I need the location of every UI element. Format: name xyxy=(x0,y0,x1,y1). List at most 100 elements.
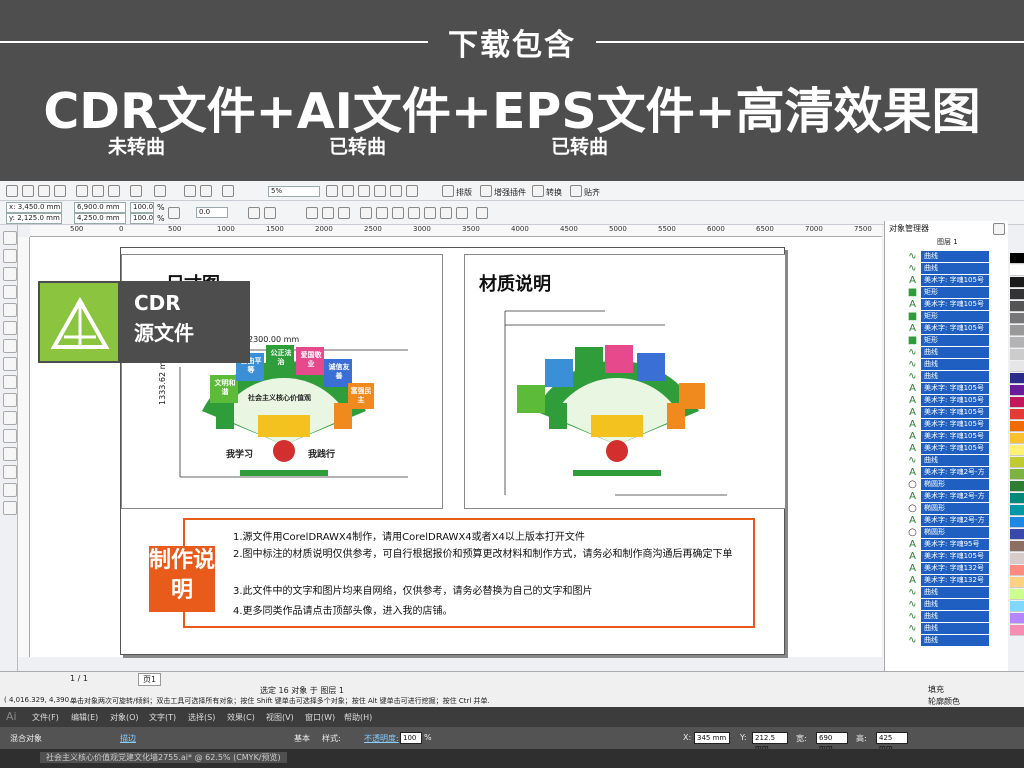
arrange-icon[interactable] xyxy=(442,185,454,197)
intersect-icon[interactable] xyxy=(392,207,404,219)
color-swatch[interactable] xyxy=(1010,361,1024,372)
object-list-item[interactable]: 美术字: 字魂105号 xyxy=(921,443,989,454)
object-list-item[interactable]: 矩形 xyxy=(921,335,989,346)
table-tool-icon[interactable] xyxy=(3,411,17,425)
align-icon[interactable] xyxy=(476,207,488,219)
rectangle-tool-icon[interactable] xyxy=(3,339,17,353)
text-tool-icon[interactable] xyxy=(3,393,17,407)
object-list-item[interactable]: 美术字: 字魂105号 xyxy=(921,431,989,442)
zoom-level-field[interactable]: 5% xyxy=(268,186,320,197)
outline-tool-icon[interactable] xyxy=(3,465,17,479)
object-list-item[interactable]: 美术字: 字魂105号 xyxy=(921,299,989,310)
h-field[interactable]: 425 mm xyxy=(876,732,908,752)
undo-icon[interactable] xyxy=(130,185,142,197)
color-swatch[interactable] xyxy=(1010,541,1024,552)
scale-y-field[interactable]: 100.0 xyxy=(130,213,154,224)
arrange-button[interactable]: 排版 xyxy=(456,187,472,198)
plugin-button[interactable]: 增强插件 xyxy=(494,187,526,198)
color-swatch[interactable] xyxy=(1010,385,1024,396)
ai-menu-item[interactable]: 视图(V) xyxy=(266,712,294,723)
new-icon[interactable] xyxy=(6,185,18,197)
convert-button[interactable]: 转换 xyxy=(546,187,562,198)
convert-icon[interactable] xyxy=(532,185,544,197)
color-swatch[interactable] xyxy=(1010,481,1024,492)
ai-menu-item[interactable]: 效果(C) xyxy=(227,712,255,723)
redo-icon[interactable] xyxy=(154,185,166,197)
color-swatch[interactable] xyxy=(1010,589,1024,600)
color-swatch[interactable] xyxy=(1010,601,1024,612)
color-swatch[interactable] xyxy=(1010,625,1024,636)
zoom-in-icon[interactable] xyxy=(326,185,338,197)
color-swatch[interactable] xyxy=(1010,277,1024,288)
object-list-item[interactable]: 曲线 xyxy=(921,263,989,274)
object-list-item[interactable]: 曲线 xyxy=(921,623,989,634)
y-field[interactable]: 212.5 mm xyxy=(752,732,788,752)
object-list-item[interactable]: 椭圆形 xyxy=(921,479,989,490)
color-swatch[interactable] xyxy=(1010,337,1024,348)
polygon-tool-icon[interactable] xyxy=(3,375,17,389)
object-list-item[interactable]: 美术字: 字魂2号-方 xyxy=(921,515,989,526)
object-list-item[interactable]: 矩形 xyxy=(921,287,989,298)
ungroup-icon[interactable] xyxy=(322,207,334,219)
ai-menu-item[interactable]: 文件(F) xyxy=(32,712,59,723)
color-swatch[interactable] xyxy=(1010,517,1024,528)
zoom-width-icon[interactable] xyxy=(406,185,418,197)
zoom-selected-icon[interactable] xyxy=(358,185,370,197)
object-list-item[interactable]: 美术字: 字魂105号 xyxy=(921,419,989,430)
color-swatch[interactable] xyxy=(1010,457,1024,468)
object-list-item[interactable]: 曲线 xyxy=(921,371,989,382)
save-icon[interactable] xyxy=(38,185,50,197)
object-list-item[interactable]: 美术字: 字魂132号 xyxy=(921,575,989,586)
color-swatch[interactable] xyxy=(1010,553,1024,564)
color-swatch[interactable] xyxy=(1010,289,1024,300)
color-swatch[interactable] xyxy=(1010,577,1024,588)
ellipse-tool-icon[interactable] xyxy=(3,357,17,371)
ai-menu-item[interactable]: 窗口(W) xyxy=(305,712,335,723)
x-field[interactable]: 345 mm xyxy=(694,732,730,744)
drawing-canvas[interactable]: 尺寸图 xyxy=(30,237,882,657)
panel-close-icon[interactable] xyxy=(993,223,1005,235)
zoom-page-icon[interactable] xyxy=(390,185,402,197)
color-swatch[interactable] xyxy=(1010,313,1024,324)
color-swatch[interactable] xyxy=(1010,421,1024,432)
print-icon[interactable] xyxy=(54,185,66,197)
y-position-field[interactable]: y: 2,125.0 mm xyxy=(6,213,62,224)
color-swatch[interactable] xyxy=(1010,565,1024,576)
object-list-item[interactable]: 曲线 xyxy=(921,347,989,358)
color-swatch[interactable] xyxy=(1010,349,1024,360)
open-icon[interactable] xyxy=(22,185,34,197)
object-list-item[interactable]: 椭圆形 xyxy=(921,527,989,538)
crop-tool-icon[interactable] xyxy=(3,267,17,281)
color-swatch[interactable] xyxy=(1010,505,1024,516)
ungroup-all-icon[interactable] xyxy=(338,207,350,219)
object-list-item[interactable]: 美术字: 字魂105号 xyxy=(921,551,989,562)
object-list-item[interactable]: 美术字: 字魂105号 xyxy=(921,383,989,394)
front-minus-back-icon[interactable] xyxy=(424,207,436,219)
dimension-tool-icon[interactable] xyxy=(3,429,17,443)
x-position-field[interactable]: x: 3,450.0 mm xyxy=(6,202,62,213)
color-swatch[interactable] xyxy=(1010,445,1024,456)
object-list-item[interactable]: 美术字: 字魂132号 xyxy=(921,563,989,574)
weld-icon[interactable] xyxy=(360,207,372,219)
object-list-item[interactable]: 美术字: 字魂105号 xyxy=(921,323,989,334)
export-icon[interactable] xyxy=(200,185,212,197)
object-list-item[interactable]: 美术字: 字魂105号 xyxy=(921,407,989,418)
brush-basic[interactable]: 基本 xyxy=(294,733,310,744)
object-list-item[interactable]: 曲线 xyxy=(921,251,989,262)
mirror-h-icon[interactable] xyxy=(248,207,260,219)
snap-icon[interactable] xyxy=(570,185,582,197)
fill-tool-icon[interactable] xyxy=(3,483,17,497)
color-swatch[interactable] xyxy=(1010,409,1024,420)
cut-icon[interactable] xyxy=(76,185,88,197)
boundary-icon[interactable] xyxy=(456,207,468,219)
mirror-v-icon[interactable] xyxy=(264,207,276,219)
import-icon[interactable] xyxy=(184,185,196,197)
opacity-link[interactable]: 不透明度: xyxy=(364,733,399,744)
back-minus-front-icon[interactable] xyxy=(440,207,452,219)
paste-icon[interactable] xyxy=(108,185,120,197)
simplify-icon[interactable] xyxy=(408,207,420,219)
color-swatch[interactable] xyxy=(1010,253,1024,264)
page-tab-1[interactable]: 页1 xyxy=(138,673,162,686)
copy-icon[interactable] xyxy=(92,185,104,197)
ai-menu-item[interactable]: 编辑(E) xyxy=(71,712,98,723)
